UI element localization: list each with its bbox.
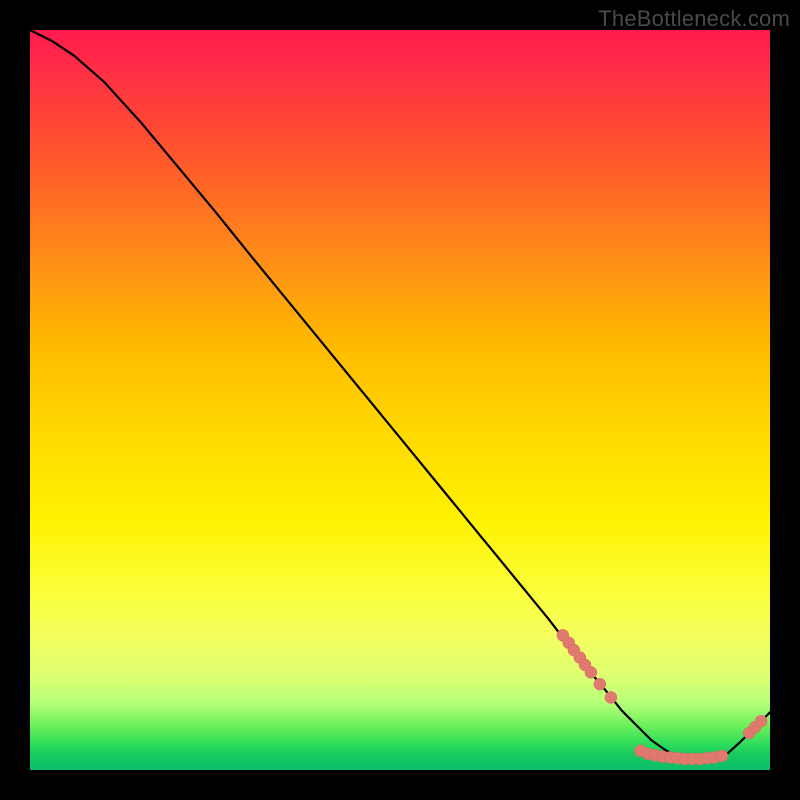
- data-point: [594, 678, 606, 690]
- data-point: [585, 666, 597, 678]
- data-point: [755, 715, 767, 727]
- chart-frame: TheBottleneck.com: [0, 0, 800, 800]
- data-point: [605, 691, 617, 703]
- plot-area: [30, 30, 770, 770]
- data-point: [716, 750, 728, 762]
- watermark-text: TheBottleneck.com: [598, 6, 790, 32]
- plot-overlay: [30, 30, 770, 770]
- data-points: [557, 629, 767, 765]
- bottleneck-curve: [30, 30, 770, 759]
